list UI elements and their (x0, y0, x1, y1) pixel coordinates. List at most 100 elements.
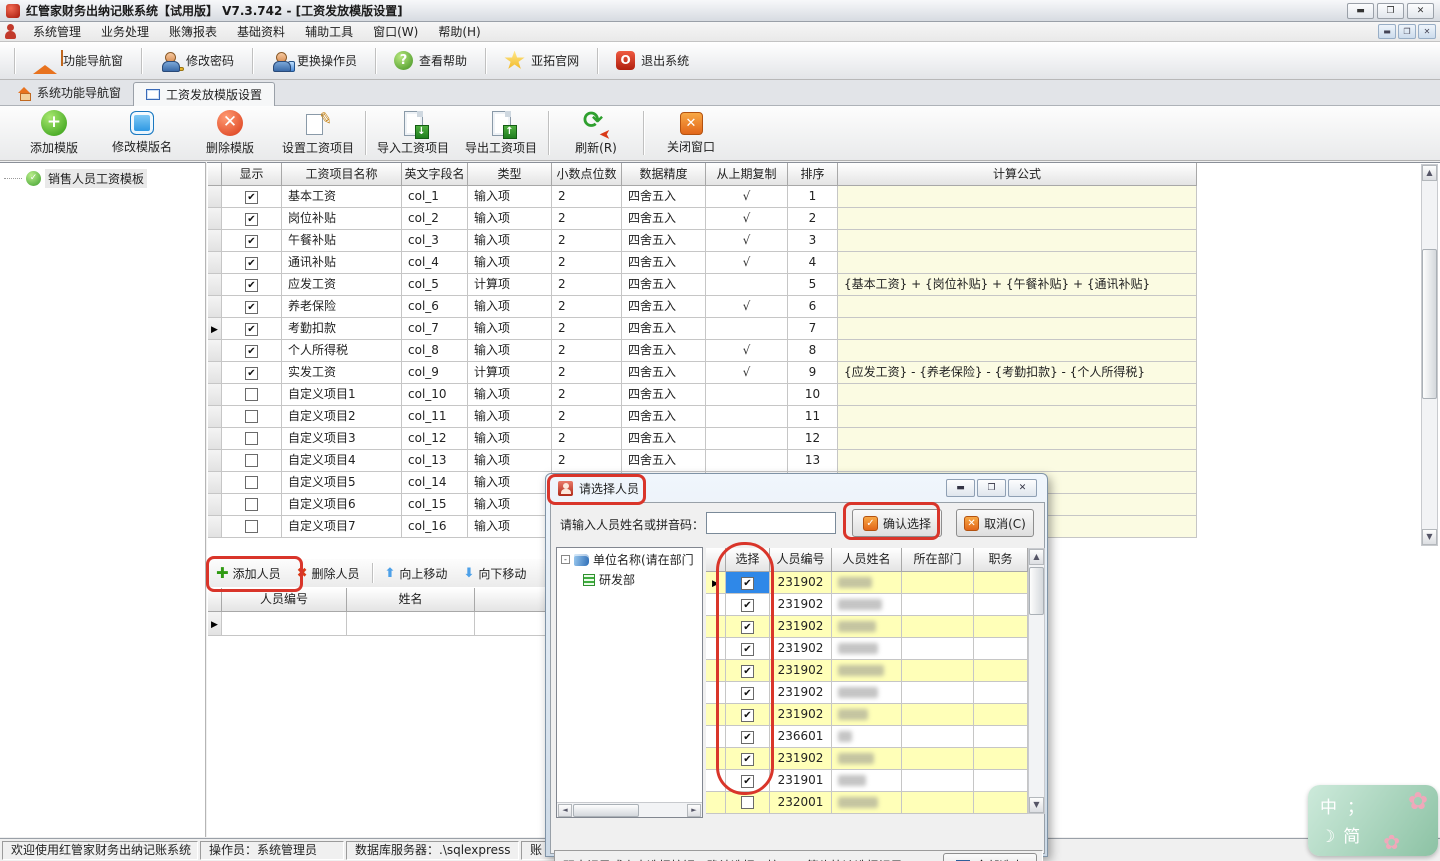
emp-name-cell[interactable] (832, 638, 902, 660)
salary-grid-row[interactable]: 通讯补贴 col_4 输入项 2 四舍五入 4 (208, 252, 1197, 274)
show-checkbox[interactable] (245, 454, 258, 467)
select-cell[interactable] (726, 748, 770, 770)
order-cell[interactable]: 3 (788, 230, 838, 252)
person-select-row[interactable]: 231901 (706, 770, 1028, 792)
emp-id-cell[interactable]: 231902 (770, 616, 832, 638)
emp-dept-cell[interactable] (902, 748, 974, 770)
order-cell[interactable]: 5 (788, 274, 838, 296)
precision-cell[interactable]: 四舍五入 (622, 230, 706, 252)
order-cell[interactable]: 4 (788, 252, 838, 274)
show-cell[interactable] (222, 450, 282, 472)
decimals-cell[interactable]: 2 (552, 186, 622, 208)
copy-prev-cell[interactable] (706, 450, 788, 472)
row-selector[interactable] (706, 792, 726, 814)
copy-prev-cell[interactable] (706, 186, 788, 208)
refresh-button[interactable]: ⟳➤ 刷新(R) (552, 108, 640, 158)
type-cell[interactable]: 计算项 (468, 362, 552, 384)
item-name-cell[interactable]: 自定义项目7 (282, 516, 402, 538)
export-items-button[interactable]: ↑ 导出工资项目 (457, 108, 545, 158)
emp-duty-cell[interactable] (974, 770, 1028, 792)
person-id-cell[interactable] (222, 612, 347, 636)
dialog-minimize-button[interactable]: ▬ (946, 479, 975, 497)
type-cell[interactable]: 输入项 (468, 406, 552, 428)
select-all-button[interactable]: 全部选中 (943, 853, 1037, 861)
type-cell[interactable]: 输入项 (468, 340, 552, 362)
select-cell[interactable] (726, 572, 770, 594)
type-cell[interactable]: 输入项 (468, 230, 552, 252)
emp-id-cell[interactable]: 231902 (770, 638, 832, 660)
menu-item[interactable]: 窗口(W) (363, 21, 428, 42)
item-name-cell[interactable]: 应发工资 (282, 274, 402, 296)
salary-grid-row[interactable]: 个人所得税 col_8 输入项 2 四舍五入 8 (208, 340, 1197, 362)
select-checkbox[interactable] (741, 709, 754, 722)
field-cell[interactable]: col_12 (402, 428, 468, 450)
item-name-cell[interactable]: 养老保险 (282, 296, 402, 318)
emp-id-cell[interactable]: 231902 (770, 660, 832, 682)
row-selector[interactable] (706, 638, 726, 660)
setup-items-button[interactable]: ✎ 设置工资项目 (274, 108, 362, 158)
order-cell[interactable]: 12 (788, 428, 838, 450)
person-select-row[interactable]: 231902 (706, 748, 1028, 770)
emp-dept-cell[interactable] (902, 594, 974, 616)
copy-prev-cell[interactable] (706, 296, 788, 318)
precision-cell[interactable]: 四舍五入 (622, 428, 706, 450)
salary-grid-row[interactable]: 基本工资 col_1 输入项 2 四舍五入 1 (208, 186, 1197, 208)
precision-cell[interactable]: 四舍五入 (622, 252, 706, 274)
show-checkbox[interactable] (245, 301, 258, 314)
row-selector[interactable] (706, 660, 726, 682)
col-emp-id[interactable]: 人员编号 (770, 548, 832, 572)
show-checkbox[interactable] (245, 388, 258, 401)
scroll-up-icon[interactable]: ▲ (1422, 165, 1437, 181)
item-name-cell[interactable]: 午餐补贴 (282, 230, 402, 252)
person-name-cell[interactable] (347, 612, 475, 636)
col-emp-dept[interactable]: 所在部门 (902, 548, 974, 572)
copy-prev-cell[interactable] (706, 252, 788, 274)
formula-cell[interactable] (838, 428, 1197, 450)
nav-window-button[interactable]: 功能导航窗 (21, 45, 135, 77)
person-select-row[interactable]: 231902 (706, 638, 1028, 660)
mdi-close-button[interactable]: ✕ (1418, 24, 1436, 39)
emp-dept-cell[interactable] (902, 770, 974, 792)
emp-name-cell[interactable] (832, 660, 902, 682)
order-cell[interactable]: 13 (788, 450, 838, 472)
precision-cell[interactable]: 四舍五入 (622, 384, 706, 406)
emp-id-cell[interactable]: 232001 (770, 792, 832, 814)
formula-cell[interactable] (838, 186, 1197, 208)
emp-duty-cell[interactable] (974, 660, 1028, 682)
formula-cell[interactable] (838, 384, 1197, 406)
select-cell[interactable] (726, 704, 770, 726)
type-cell[interactable]: 输入项 (468, 450, 552, 472)
type-cell[interactable]: 输入项 (468, 516, 552, 538)
emp-name-cell[interactable] (832, 682, 902, 704)
formula-cell[interactable] (838, 230, 1197, 252)
copy-prev-cell[interactable] (706, 274, 788, 296)
move-down-button[interactable]: ⬇ 向下移动 (455, 563, 534, 584)
formula-cell[interactable] (838, 406, 1197, 428)
field-cell[interactable]: col_1 (402, 186, 468, 208)
type-cell[interactable]: 输入项 (468, 186, 552, 208)
show-cell[interactable] (222, 428, 282, 450)
row-selector[interactable] (208, 230, 222, 252)
item-name-cell[interactable]: 自定义项目6 (282, 494, 402, 516)
person-select-row[interactable]: 231902 (706, 682, 1028, 704)
show-checkbox[interactable] (245, 213, 258, 226)
import-items-button[interactable]: ↓ 导入工资项目 (369, 108, 457, 158)
tree-hscrollbar[interactable]: ◄ ► (557, 802, 702, 817)
row-selector[interactable] (208, 612, 222, 636)
delete-template-button[interactable]: ✕ 删除模版 (186, 108, 274, 158)
person-grid-vscrollbar[interactable]: ▲ ▼ (1028, 548, 1045, 814)
ime-mode[interactable]: 中 (1320, 798, 1347, 818)
ime-punct[interactable]: ； (1347, 798, 1374, 818)
show-checkbox[interactable] (245, 520, 258, 533)
copy-prev-cell[interactable] (706, 340, 788, 362)
add-person-button[interactable]: ✚ 添加人员 (208, 562, 289, 584)
change-password-button[interactable]: 修改密码 (148, 45, 246, 77)
row-selector[interactable] (208, 428, 222, 450)
moon-icon[interactable]: ☽ (1320, 827, 1343, 847)
col-type[interactable]: 类型 (468, 163, 552, 186)
cancel-button[interactable]: ✕ 取消(C) (956, 509, 1034, 537)
emp-dept-cell[interactable] (902, 726, 974, 748)
col-person-name[interactable]: 姓名 (347, 588, 475, 612)
show-cell[interactable] (222, 384, 282, 406)
type-cell[interactable]: 输入项 (468, 318, 552, 340)
